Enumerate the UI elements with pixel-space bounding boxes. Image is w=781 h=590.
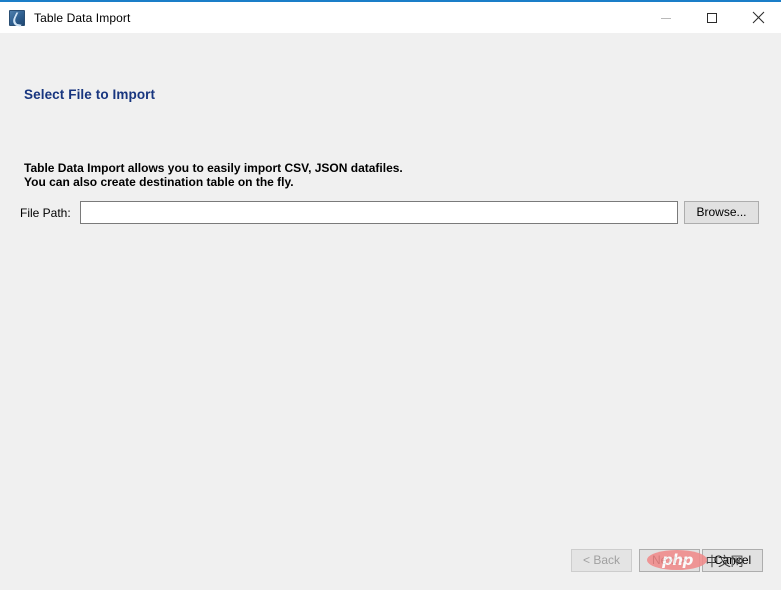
page-title: Select File to Import [24, 87, 155, 102]
description-text: Table Data Import allows you to easily i… [24, 162, 403, 189]
maximize-button[interactable] [689, 2, 735, 33]
description-line-1: Table Data Import allows you to easily i… [24, 162, 403, 176]
titlebar-left-group: Table Data Import [0, 10, 130, 26]
description-line-2: You can also create destination table on… [24, 176, 403, 190]
next-button[interactable]: Next > [639, 549, 700, 572]
close-icon [752, 11, 765, 24]
wizard-footer: < Back Next > Cancel [571, 549, 763, 572]
browse-button[interactable]: Browse... [684, 201, 759, 224]
minimize-button[interactable] [643, 2, 689, 33]
cancel-button[interactable]: Cancel [702, 549, 763, 572]
table-data-import-window: Table Data Import Select File [0, 0, 781, 590]
workbench-wizard-icon [9, 10, 25, 26]
file-path-label: File Path: [20, 206, 80, 220]
close-button[interactable] [735, 2, 781, 33]
minimize-icon [660, 12, 672, 24]
file-path-input[interactable] [80, 201, 678, 224]
dialog-body: Select File to Import Table Data Import … [0, 33, 781, 590]
back-button[interactable]: < Back [571, 549, 632, 572]
file-path-row: File Path: Browse... [20, 201, 761, 224]
window-title: Table Data Import [34, 11, 130, 25]
window-titlebar: Table Data Import [0, 2, 781, 33]
window-controls [643, 2, 781, 33]
maximize-icon [706, 12, 718, 24]
